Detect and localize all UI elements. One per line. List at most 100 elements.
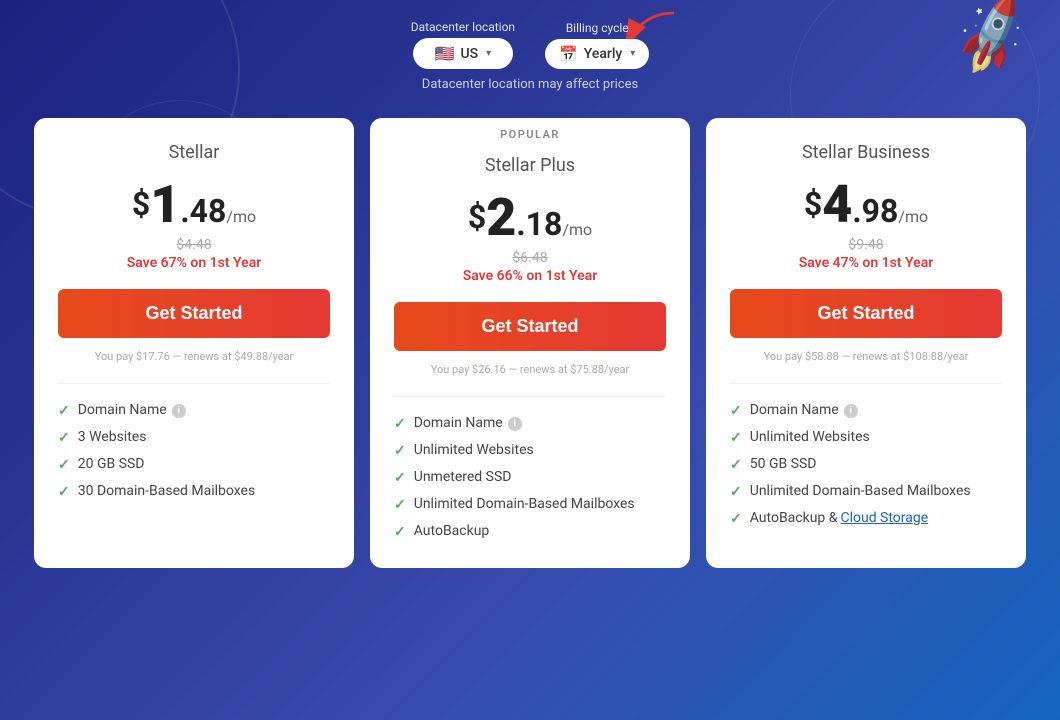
- feature-item: ✓ Unmetered SSD: [394, 469, 666, 486]
- billing-control-group: Billing cycle 📅 Yearly ▾: [545, 21, 649, 69]
- plan-name: Stellar Business: [730, 142, 1002, 163]
- check-icon: ✓: [394, 497, 406, 513]
- features-list: ✓ Domain Name i ✓ Unlimited Websites ✓ Un…: [394, 415, 666, 540]
- calendar-icon: 📅: [559, 45, 578, 63]
- billing-value: Yearly: [584, 46, 623, 62]
- pricing-card-stellar-plus: POPULAR Stellar Plus $2.18/mo $6.48 Save…: [370, 118, 690, 568]
- billing-label: Billing cycle: [566, 21, 629, 35]
- info-icon[interactable]: i: [508, 417, 522, 431]
- original-price: $4.48: [58, 237, 330, 253]
- check-icon: ✓: [58, 430, 70, 446]
- save-text: Save 67% on 1st Year: [58, 255, 330, 271]
- feature-item: ✓ Domain Name i: [58, 402, 330, 419]
- price-unit: /mo: [562, 220, 592, 239]
- get-started-button[interactable]: Get Started: [730, 289, 1002, 338]
- check-icon: ✓: [730, 430, 742, 446]
- pricing-cards-section: Stellar $1.48/mo $4.48 Save 67% on 1st Y…: [0, 102, 1060, 568]
- feature-text: Unmetered SSD: [414, 469, 512, 485]
- feature-text: Unlimited Domain-Based Mailboxes: [414, 496, 635, 512]
- price-integer: 4: [822, 174, 852, 235]
- feature-item: ✓ Domain Namei: [730, 402, 1002, 419]
- check-icon: ✓: [730, 457, 742, 473]
- feature-item: ✓ AutoBackup & Cloud Storage: [730, 510, 1002, 527]
- info-icon[interactable]: i: [172, 404, 186, 418]
- plan-name: Stellar Plus: [394, 155, 666, 176]
- datacenter-label: Datacenter location: [411, 20, 515, 34]
- feature-item: ✓ 30 Domain-Based Mailboxes: [58, 483, 330, 500]
- billing-chevron-icon: ▾: [630, 48, 635, 59]
- get-started-button[interactable]: Get Started: [58, 289, 330, 338]
- feature-text: Domain Name: [414, 415, 503, 431]
- feature-item: ✓ Unlimited Domain-Based Mailboxes: [730, 483, 1002, 500]
- cloud-storage-link[interactable]: Cloud Storage: [840, 510, 928, 526]
- feature-text: Domain Name: [78, 402, 167, 418]
- feature-text-wrap: Domain Name i: [414, 415, 522, 431]
- price-row: $4.98/mo: [730, 179, 1002, 231]
- renewal-note: You pay $26.16 — renews at $75.88/year: [394, 363, 666, 376]
- card-divider: [730, 383, 1002, 384]
- feature-text-wrap: Domain Name i: [78, 402, 186, 418]
- popular-badge: POPULAR: [394, 118, 666, 155]
- feature-text-wrap: Unlimited Websites: [414, 442, 534, 458]
- info-icon[interactable]: i: [844, 404, 858, 418]
- pricing-card-stellar: Stellar $1.48/mo $4.48 Save 67% on 1st Y…: [34, 118, 354, 568]
- feature-text: AutoBackup: [414, 523, 490, 539]
- price-dollar-sign: $: [468, 198, 486, 236]
- card-divider: [58, 383, 330, 384]
- feature-item: ✓ Unlimited Websites: [730, 429, 1002, 446]
- datacenter-note: Datacenter location may affect prices: [0, 77, 1060, 92]
- card-divider: [394, 396, 666, 397]
- feature-text-wrap: AutoBackup: [414, 523, 490, 539]
- price-dollar-sign: $: [804, 185, 822, 223]
- price-row: $1.48/mo: [58, 179, 330, 231]
- feature-item: ✓ Unlimited Websites: [394, 442, 666, 459]
- price-decimal: .18: [516, 205, 562, 243]
- feature-item: ✓ AutoBackup: [394, 523, 666, 540]
- feature-item: ✓ 3 Websites: [58, 429, 330, 446]
- feature-text: Unlimited Domain-Based Mailboxes: [750, 483, 971, 499]
- header-section: Datacenter location 🇺🇸 US ▾ Billing cycl…: [0, 0, 1060, 102]
- feature-item: ✓ 20 GB SSD: [58, 456, 330, 473]
- renewal-note: You pay $58.88 — renews at $108.88/year: [730, 350, 1002, 363]
- original-price: $6.48: [394, 250, 666, 266]
- save-text: Save 47% on 1st Year: [730, 255, 1002, 271]
- feature-text-wrap: 3 Websites: [78, 429, 147, 445]
- feature-text: 20 GB SSD: [78, 456, 145, 472]
- renewal-note: You pay $17.76 — renews at $49.88/year: [58, 350, 330, 363]
- feature-text: Unlimited Websites: [414, 442, 534, 458]
- feature-text-wrap: 50 GB SSD: [750, 456, 817, 472]
- price-integer: 2: [486, 187, 516, 248]
- billing-dropdown[interactable]: 📅 Yearly ▾: [545, 39, 649, 69]
- feature-text-wrap: Unmetered SSD: [414, 469, 512, 485]
- check-icon: ✓: [394, 416, 406, 432]
- price-row: $2.18/mo: [394, 192, 666, 244]
- check-icon: ✓: [58, 403, 70, 419]
- price-decimal: .98: [852, 192, 898, 230]
- check-icon: ✓: [394, 443, 406, 459]
- feature-item: ✓ 50 GB SSD: [730, 456, 1002, 473]
- feature-item: ✓ Unlimited Domain-Based Mailboxes: [394, 496, 666, 513]
- features-list: ✓ Domain Namei ✓ Unlimited Websites ✓ 50…: [730, 402, 1002, 527]
- feature-text: 30 Domain-Based Mailboxes: [78, 483, 255, 499]
- feature-text: Unlimited Websites: [750, 429, 870, 445]
- price-unit: /mo: [226, 207, 256, 226]
- original-price: $9.48: [730, 237, 1002, 253]
- features-list: ✓ Domain Namei ✓ 3 Websites ✓ 20 GB SSD …: [58, 402, 330, 500]
- datacenter-value: US: [461, 46, 479, 62]
- plan-name: Stellar: [58, 142, 330, 163]
- datacenter-dropdown[interactable]: 🇺🇸 US ▾: [413, 38, 513, 69]
- datacenter-chevron-icon: ▾: [486, 48, 491, 59]
- check-icon: ✓: [58, 484, 70, 500]
- feature-text-wrap: 30 Domain-Based Mailboxes: [78, 483, 255, 499]
- feature-text-wrap: 20 GB SSD: [78, 456, 145, 472]
- price-dollar-sign: $: [132, 185, 150, 223]
- feature-text-wrap: Unlimited Domain-Based Mailboxes: [414, 496, 635, 512]
- check-icon: ✓: [394, 470, 406, 486]
- check-icon: ✓: [730, 511, 742, 527]
- get-started-button[interactable]: Get Started: [394, 302, 666, 351]
- check-icon: ✓: [730, 403, 742, 419]
- feature-text-wrap: Unlimited Websites: [750, 429, 870, 445]
- feature-text-wrap: AutoBackup & Cloud Storage: [750, 510, 928, 526]
- save-text: Save 66% on 1st Year: [394, 268, 666, 284]
- feature-text: AutoBackup &: [750, 510, 838, 526]
